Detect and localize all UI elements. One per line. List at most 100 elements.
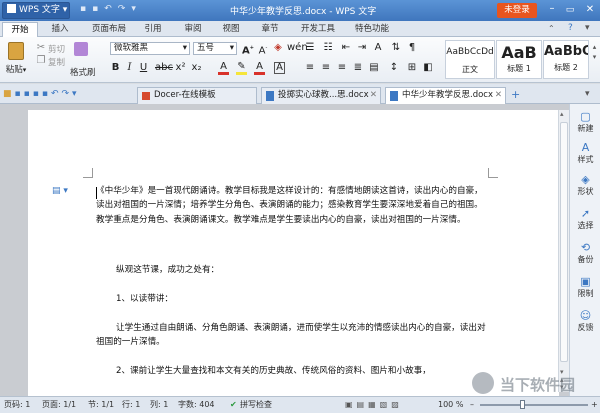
document-page[interactable]: ▤ ▾ 《中华少年》是一首现代朗诵诗。教学目标我是这样设计的：有感情地朗读这首诗…: [28, 110, 559, 396]
pinyin-icon[interactable]: wén: [287, 43, 308, 53]
underline-icon[interactable]: U: [138, 63, 149, 73]
status-column[interactable]: 列: 1: [150, 397, 168, 413]
font-size-combo[interactable]: 五号 ▾: [193, 42, 237, 55]
paragraph-5[interactable]: 2、课前让学生大量查找和本文有关的历史典故、传统风俗的资料、图片和小故事，: [96, 364, 486, 378]
options-icon[interactable]: ▾: [585, 23, 590, 33]
paragraph-3[interactable]: 1、以读带讲：: [96, 292, 486, 306]
folder-icon[interactable]: ■: [3, 89, 15, 99]
tab-special[interactable]: 特色功能: [348, 22, 396, 37]
style-normal[interactable]: AaBbCcDd 正文: [445, 40, 495, 79]
bold-icon[interactable]: B: [110, 63, 121, 73]
chinese-layout-icon[interactable]: A: [372, 43, 384, 53]
save-icon[interactable]: ▪: [80, 4, 92, 14]
status-pages[interactable]: 页面: 1/1: [42, 397, 76, 413]
scroll-thumb[interactable]: [560, 122, 568, 362]
dropdown-icon[interactable]: ▾: [72, 89, 80, 99]
help-icon[interactable]: ?: [568, 23, 573, 33]
sidebar-item-style[interactable]: A 样式: [570, 142, 600, 165]
tab-view[interactable]: 视图: [216, 22, 246, 37]
tab-developer[interactable]: 开发工具: [294, 22, 342, 37]
status-spell-check[interactable]: 拼写检查: [240, 397, 272, 413]
align-right-icon[interactable]: ≡: [336, 63, 348, 73]
status-zoom[interactable]: 100 %: [438, 397, 463, 413]
line-spacing-icon[interactable]: ↕: [388, 63, 400, 73]
show-marks-icon[interactable]: ¶: [406, 43, 418, 53]
paragraph-4[interactable]: 让学生通过自由朗诵、分角色朗诵、表演朗诵，进而使学生以充沛的情感读出内心的自豪，…: [96, 321, 486, 350]
increase-indent-icon[interactable]: ⇥: [356, 43, 368, 53]
borders-icon[interactable]: ⊞: [406, 63, 418, 73]
login-button[interactable]: 未登录: [497, 3, 537, 18]
tab-home[interactable]: 开始: [2, 22, 38, 37]
scissors-icon[interactable]: ✂: [36, 43, 46, 53]
maximize-icon[interactable]: ▭: [563, 4, 577, 16]
dropdown-icon[interactable]: ▾: [131, 4, 142, 14]
sort-icon[interactable]: ⇅: [390, 43, 402, 53]
format-painter-icon[interactable]: [74, 42, 88, 56]
shading-icon[interactable]: ◧: [422, 63, 434, 73]
format-painter-button[interactable]: 格式刷: [70, 66, 96, 78]
tab-list-icon[interactable]: ▾: [585, 89, 590, 99]
vertical-scrollbar[interactable]: ▴ ▾ ▴ ▾: [558, 110, 569, 392]
undo-icon[interactable]: ↶: [51, 89, 62, 99]
doctab-shotput[interactable]: 投掷实心球教...思.docx ✕: [261, 87, 381, 104]
shrink-font-icon[interactable]: A-: [257, 43, 269, 56]
strikethrough-icon[interactable]: abc: [155, 63, 173, 73]
decrease-indent-icon[interactable]: ⇤: [340, 43, 352, 53]
print-icon[interactable]: ▪: [24, 89, 33, 99]
status-section[interactable]: 节: 1/1: [88, 397, 114, 413]
sidebar-item-feedback[interactable]: ☺ 反馈: [570, 310, 600, 333]
scroll-up-icon[interactable]: ▴: [560, 110, 564, 118]
sidebar-item-select[interactable]: ➚ 选择: [570, 208, 600, 231]
sidebar-item-shape[interactable]: ◈ 形状: [570, 174, 600, 197]
tab-chapter[interactable]: 章节: [255, 22, 285, 37]
add-tab-icon[interactable]: +: [511, 88, 520, 101]
subscript-icon[interactable]: x₂: [191, 63, 202, 73]
text-color-icon[interactable]: A: [254, 62, 265, 75]
status-word-count[interactable]: 字数: 404: [178, 397, 215, 413]
justify-icon[interactable]: ≣: [352, 63, 364, 73]
document-options-icon[interactable]: ▤ ▾: [52, 186, 68, 196]
undo-icon[interactable]: ↶: [104, 4, 118, 14]
redo-icon[interactable]: ↷: [118, 4, 132, 14]
minimize-icon[interactable]: –: [545, 4, 559, 16]
doctab-docer[interactable]: Docer-在线模板: [137, 87, 257, 104]
close-tab-icon[interactable]: ✕: [495, 88, 502, 103]
sidebar-item-backup[interactable]: ⟲ 备份: [570, 242, 600, 265]
bullets-icon[interactable]: ☰: [304, 43, 316, 53]
app-menu-button[interactable]: WPS 文字 ▾: [2, 2, 70, 19]
tab-review[interactable]: 审阅: [178, 22, 208, 37]
char-border-icon[interactable]: A: [274, 62, 285, 74]
status-row[interactable]: 行: 1: [122, 397, 140, 413]
close-tab-icon[interactable]: ✕: [370, 88, 377, 103]
tab-insert[interactable]: 插入: [42, 22, 78, 37]
paste-button[interactable]: 粘贴▾: [4, 40, 28, 80]
save-icon[interactable]: ▪: [15, 89, 24, 99]
paragraph-2[interactable]: 纵观这节课，成功之处有：: [96, 263, 486, 277]
zoom-slider-thumb[interactable]: [520, 400, 525, 409]
print-icon[interactable]: ▪: [92, 4, 104, 14]
sidebar-item-restrict[interactable]: ▣ 限制: [570, 276, 600, 299]
italic-icon[interactable]: I: [124, 63, 135, 73]
zoom-in-icon[interactable]: +: [591, 397, 598, 413]
grow-font-icon[interactable]: A+: [242, 43, 254, 56]
copy-icon[interactable]: ❐: [36, 56, 46, 66]
status-page-number[interactable]: 页码: 1: [4, 397, 30, 413]
tab-references[interactable]: 引用: [138, 22, 168, 37]
styles-scroll-icon[interactable]: ▴ ▾: [590, 42, 599, 62]
ribbon-collapse-icon[interactable]: ⌃: [548, 24, 555, 33]
cut-button[interactable]: 剪切: [48, 43, 65, 55]
font-color-icon[interactable]: A: [218, 62, 229, 75]
close-icon[interactable]: ✕: [582, 3, 598, 17]
align-center-icon[interactable]: ≡: [320, 63, 332, 73]
style-heading2[interactable]: AaBbC( 标题 2: [543, 40, 589, 79]
align-left-icon[interactable]: ≡: [304, 63, 316, 73]
doctab-current[interactable]: 中华少年教学反思.docx ✕: [385, 87, 506, 104]
clear-format-icon[interactable]: ◈: [272, 43, 284, 53]
zoom-slider[interactable]: [480, 404, 588, 406]
paragraph-1[interactable]: 《中华少年》是一首现代朗诵诗。教学目标我是这样设计的：有感情地朗读这首诗，读出内…: [96, 184, 486, 227]
font-name-combo[interactable]: 微软雅黑 ▾: [110, 42, 190, 55]
superscript-icon[interactable]: x²: [175, 63, 186, 73]
preview-icon[interactable]: ▪: [33, 89, 42, 99]
sidebar-item-new[interactable]: ▢ 新建: [570, 111, 600, 134]
redo-icon[interactable]: ↷: [62, 89, 73, 99]
